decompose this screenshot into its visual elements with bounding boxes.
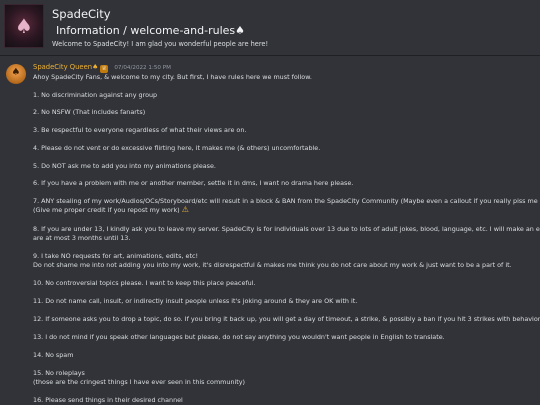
spade-heart-logo-icon: ♠ xyxy=(15,14,33,38)
rule-10: 10. No controversial topics please. I wa… xyxy=(33,279,256,287)
message-line: Ahoy SpadeCity Fans, & welcome to my cit… xyxy=(33,73,312,81)
avatar-spade-icon: ♠ xyxy=(11,67,21,78)
server-icon[interactable]: ♠ xyxy=(4,4,44,48)
rule-15-cont: (those are the cringest things I have ev… xyxy=(33,378,246,386)
author-name[interactable]: SpadeCity Queen♠ xyxy=(33,63,98,71)
message-list[interactable]: ♠ SpadeCity Queen♠ ♕ 07/04/2022 1:50 PM A… xyxy=(0,57,540,405)
rule-3: 3. Be respectful to everyone regardless … xyxy=(33,126,247,134)
rule-6: 6. If you have a problem with me or anot… xyxy=(33,179,354,187)
rule-7-credit: (Give me proper credit if you repost my … xyxy=(33,206,180,214)
rule-11: 11. Do not name call, insult, or indirec… xyxy=(33,297,358,305)
rule-15: 15. No roleplays xyxy=(33,369,85,377)
rule-14: 14. No spam xyxy=(33,351,74,359)
channel-name: Information / welcome-and-rules♠ xyxy=(56,24,245,37)
server-name[interactable]: SpadeCity xyxy=(52,7,111,21)
rule-8-cont: are at most 3 months until 13. xyxy=(33,234,131,242)
channel-header: ♠ SpadeCity Information / welcome-and-ru… xyxy=(0,0,540,56)
warning-icon: ⚠ xyxy=(181,205,189,214)
crown-badge-icon: ♕ xyxy=(100,65,109,73)
rule-7-note: (Give me proper credit if you repost my … xyxy=(33,205,189,215)
rule-5: 5. Do NOT ask me to add you into my anim… xyxy=(33,162,216,170)
timestamp: 07/04/2022 1:50 PM xyxy=(114,65,171,71)
channel-topic[interactable]: Welcome to SpadeCity! I am glad you wond… xyxy=(52,40,268,48)
rule-16: 16. Please send things in their desired … xyxy=(33,396,183,404)
rule-4: 4. Please do not vent or do excessive fl… xyxy=(33,144,321,152)
message-header: SpadeCity Queen♠ ♕ 07/04/2022 1:50 PM xyxy=(33,63,171,73)
rule-7: 7. ANY stealing of my work/Audios/OCs/St… xyxy=(33,197,540,205)
rule-1: 1. No discrimination against any group xyxy=(33,91,158,99)
rule-2: 2. No NSFW (That includes fanarts) xyxy=(33,108,146,116)
rule-9-cont: Do not shame me into not adding you into… xyxy=(33,261,512,269)
avatar[interactable]: ♠ xyxy=(6,64,26,84)
rule-13: 13. I do not mind if you speak other lan… xyxy=(33,333,445,341)
rule-9: 9. I take NO requests for art, animation… xyxy=(33,252,199,260)
rule-12: 12. If someone asks you to drop a topic,… xyxy=(33,315,540,323)
rule-8: 8. If you are under 13, I kindly ask you… xyxy=(33,225,540,233)
